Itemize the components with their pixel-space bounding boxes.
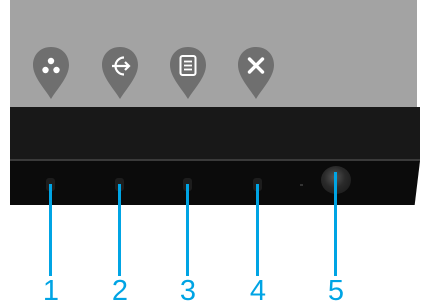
button-number-4: 4: [249, 275, 267, 307]
button-number-5: 5: [327, 275, 345, 307]
monitor-bezel: [10, 107, 420, 159]
monitor-screen: [10, 0, 417, 107]
callout-line-4: [256, 184, 259, 276]
callout-line-2: [118, 184, 121, 276]
menu-icon[interactable]: [168, 45, 208, 101]
button-number-1: 1: [42, 275, 60, 307]
power-led: [300, 184, 303, 186]
callout-line-3: [186, 184, 189, 276]
callout-line-1: [49, 184, 52, 276]
bottom-bezel: [10, 161, 420, 205]
exit-icon[interactable]: [236, 45, 276, 101]
preset-modes-icon[interactable]: [31, 45, 71, 101]
button-number-2: 2: [111, 275, 129, 307]
button-number-3: 3: [179, 275, 197, 307]
input-source-icon[interactable]: [100, 45, 140, 101]
callout-line-5: [334, 172, 337, 276]
bezel-divider: [10, 159, 420, 161]
monitor-illustration: 1 2 3 4 5: [0, 0, 435, 307]
